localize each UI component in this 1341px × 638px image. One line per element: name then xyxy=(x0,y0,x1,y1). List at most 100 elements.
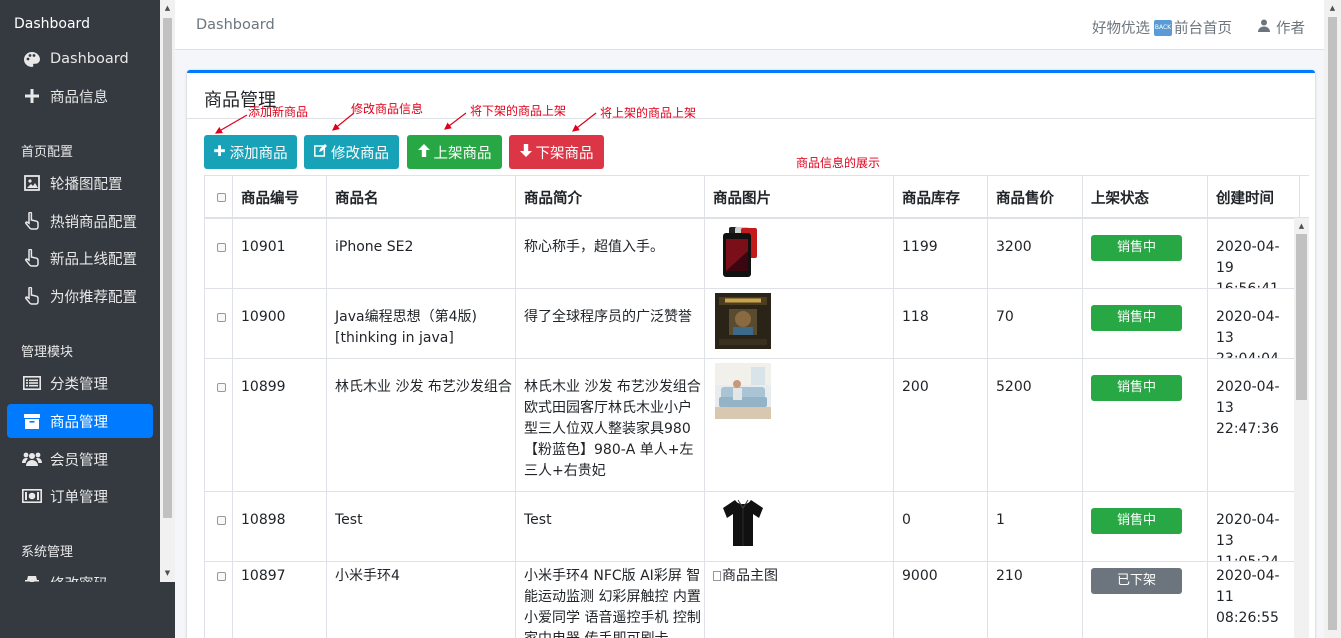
header-desc[interactable]: 商品简介 xyxy=(516,176,705,219)
header-created[interactable]: 创建时间 xyxy=(1208,176,1300,219)
cell-image xyxy=(705,289,894,358)
users-icon xyxy=(22,450,42,468)
cell-desc: 称心称手，超值入手。 xyxy=(516,219,705,288)
annotation-add: 添加新商品 xyxy=(248,105,309,119)
header-image[interactable]: 商品图片 xyxy=(705,176,894,219)
sidebar-item-change-password[interactable]: 修改密码 xyxy=(7,566,153,582)
row-checkbox[interactable] xyxy=(217,516,226,525)
row-select-cell xyxy=(205,492,233,561)
edit-goods-button[interactable]: 修改商品 xyxy=(304,135,399,169)
cell-name: 林氏木业 沙发 布艺沙发组合 xyxy=(327,359,516,491)
table-scrollbar[interactable]: ▲ xyxy=(1294,218,1309,638)
sidebar-item-members[interactable]: 会员管理 xyxy=(7,442,153,476)
back-icon: BACK xyxy=(1154,19,1172,36)
sidebar-item-hot-goods[interactable]: 热销商品配置 xyxy=(7,204,153,238)
cell-status: 销售中 xyxy=(1083,492,1208,561)
cell-price: 210 xyxy=(988,562,1083,638)
scroll-up-icon[interactable]: ▲ xyxy=(163,4,172,13)
page-scrollbar[interactable]: ▲ xyxy=(1324,0,1341,638)
table-row[interactable]: 10897 小米手环4 小米手环4 NFC版 AI彩屏 智能运动监测 幻彩屏触控… xyxy=(205,562,1300,638)
cell-stock: 200 xyxy=(894,359,988,491)
status-badge: 销售中 xyxy=(1091,305,1182,331)
header-price[interactable]: 商品售价 xyxy=(988,176,1083,219)
row-select-cell xyxy=(205,359,233,491)
table-row[interactable]: 10899 林氏木业 沙发 布艺沙发组合 林氏木业 沙发 布艺沙发组合 欧式田园… xyxy=(205,359,1300,492)
money-icon xyxy=(22,487,42,505)
sidebar-item-dashboard[interactable]: Dashboard xyxy=(7,42,153,76)
header-select-all xyxy=(205,176,233,219)
cell-id: 10901 xyxy=(233,219,327,288)
scroll-up-icon[interactable]: ▲ xyxy=(1328,4,1337,13)
sidebar-item-label: 商品管理 xyxy=(50,414,108,431)
page-scroll-thumb[interactable] xyxy=(1328,17,1337,630)
sidebar-item-label: 新品上线配置 xyxy=(50,251,137,268)
sidebar-scroll-thumb[interactable] xyxy=(163,18,172,518)
table-row[interactable]: 10901 iPhone SE2 称心称手，超值入手。 1199 3200 销售… xyxy=(205,219,1300,289)
annotation-edit: 修改商品信息 xyxy=(351,102,424,116)
goods-table: 商品编号 商品名 商品简介 商品图片 商品库存 商品售价 上架状态 创建时间 1… xyxy=(204,175,1309,638)
cell-desc: 得了全球程序员的广泛赞誉 xyxy=(516,289,705,358)
sidebar: Dashboard Dashboard 商品信息 首页配置 轮播图配置 热销商品… xyxy=(0,0,175,638)
cell-desc: 小米手环4 NFC版 AI彩屏 智能运动监测 幻彩屏触控 内置小爱同学 语音遥控… xyxy=(516,562,705,638)
status-badge: 销售中 xyxy=(1091,375,1182,401)
frontend-link-label: 前台首页 xyxy=(1174,21,1232,37)
table-row[interactable]: 10900 Java编程思想（第4版) [thinking in java] 得… xyxy=(205,289,1300,359)
header-name[interactable]: 商品名 xyxy=(327,176,516,219)
cell-id: 10898 xyxy=(233,492,327,561)
palette-icon xyxy=(22,50,42,68)
sidebar-item-label: 为你推荐配置 xyxy=(50,289,137,306)
cell-created: 2020-04-11 08:26:55 xyxy=(1208,562,1300,638)
created-time: 08:26:55 xyxy=(1216,610,1279,626)
cell-desc: 林氏木业 沙发 布艺沙发组合 欧式田园客厅林氏木业小户型三人位双人整装家具980… xyxy=(516,359,705,491)
delist-goods-button[interactable]: 下架商品 xyxy=(509,135,604,169)
cell-image xyxy=(705,219,894,288)
row-checkbox[interactable] xyxy=(217,383,226,392)
header-stock[interactable]: 商品库存 xyxy=(894,176,988,219)
sidebar-item-orders[interactable]: 订单管理 xyxy=(7,479,153,513)
sidebar-section-title: 首页配置 xyxy=(21,145,74,160)
list-goods-button[interactable]: 上架商品 xyxy=(407,135,502,169)
sidebar-item-carousel[interactable]: 轮播图配置 xyxy=(7,166,153,200)
plus-icon xyxy=(22,87,42,105)
scroll-down-icon[interactable]: ▼ xyxy=(163,569,172,578)
cell-stock: 1199 xyxy=(894,219,988,288)
header-id[interactable]: 商品编号 xyxy=(233,176,327,219)
user-icon xyxy=(1258,19,1270,36)
author-link[interactable]: 作者 xyxy=(1276,17,1305,38)
scroll-up-icon[interactable]: ▲ xyxy=(1297,222,1306,231)
hand-pointer-icon xyxy=(22,287,42,305)
frontend-link[interactable]: 好物优选 BACK 前台首页 xyxy=(1092,17,1232,38)
sidebar-scrollbar[interactable]: ▲ ▼ xyxy=(160,0,175,582)
table-row[interactable]: 10898 Test Test 0 1 销售中 2020-04-13 11:05:… xyxy=(205,492,1300,562)
cell-name: 小米手环4 xyxy=(327,562,516,638)
status-badge: 销售中 xyxy=(1091,508,1182,534)
created-time: 22:47:36 xyxy=(1216,421,1279,437)
sidebar-item-label: 轮播图配置 xyxy=(50,176,123,193)
broken-image-icon xyxy=(713,571,721,581)
breadcrumb[interactable]: Dashboard xyxy=(196,17,275,33)
product-image-phone xyxy=(715,223,771,279)
row-checkbox[interactable] xyxy=(217,243,226,252)
sidebar-item-category[interactable]: 分类管理 xyxy=(7,366,153,400)
row-select-cell xyxy=(205,562,233,638)
edit-goods-label: 修改商品 xyxy=(331,145,389,162)
sidebar-item-new-goods[interactable]: 新品上线配置 xyxy=(7,241,153,275)
cell-status: 已下架 xyxy=(1083,562,1208,638)
annotation-down: 将上架的商品上架 xyxy=(600,106,697,120)
add-goods-button[interactable]: ✚ 添加商品 xyxy=(204,135,297,169)
sidebar-item-recommend[interactable]: 为你推荐配置 xyxy=(7,279,153,313)
row-checkbox[interactable] xyxy=(217,313,226,322)
header-status[interactable]: 上架状态 xyxy=(1083,176,1208,219)
cell-name: Java编程思想（第4版) [thinking in java] xyxy=(327,289,516,358)
sidebar-item-goods-manage[interactable]: 商品管理 xyxy=(7,404,153,438)
sidebar-item-label: Dashboard xyxy=(50,51,129,67)
annotation-up: 将下架的商品上架 xyxy=(470,104,567,118)
created-date: 2020-04-13 xyxy=(1216,309,1280,346)
sidebar-item-goods-info[interactable]: 商品信息 xyxy=(7,79,153,113)
select-all-checkbox[interactable] xyxy=(217,193,226,202)
cell-price: 1 xyxy=(988,492,1083,561)
hand-pointer-icon xyxy=(22,212,42,230)
row-checkbox[interactable] xyxy=(217,572,226,581)
table-scroll-thumb[interactable] xyxy=(1296,234,1307,400)
cell-id: 10900 xyxy=(233,289,327,358)
